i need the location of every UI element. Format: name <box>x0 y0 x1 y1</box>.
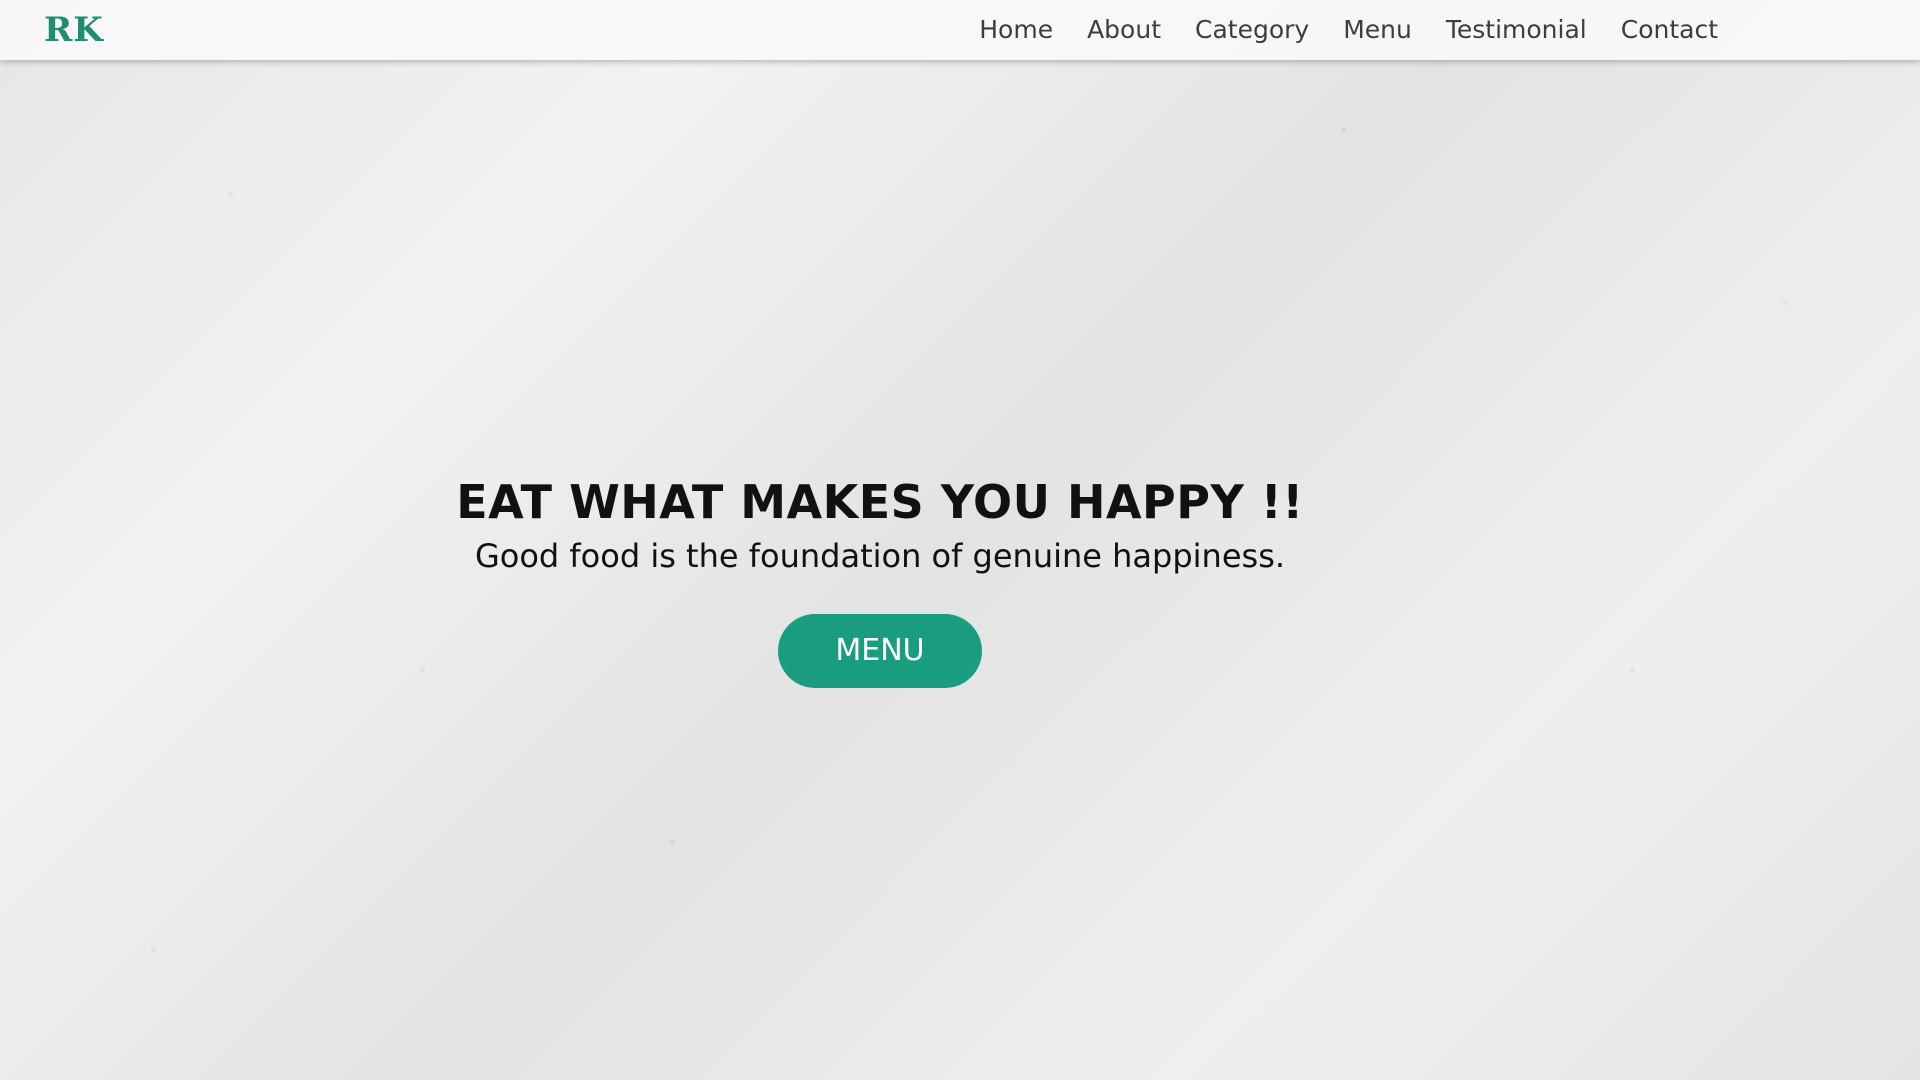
nav-link-category[interactable]: Category <box>1195 0 1309 60</box>
nav-link-home[interactable]: Home <box>979 0 1053 60</box>
nav-link-contact[interactable]: Contact <box>1621 0 1718 60</box>
hero-title: EAT WHAT MAKES YOU HAPPY !! <box>456 475 1304 529</box>
nav-links: Home About Category Menu Testimonial Con… <box>979 0 1718 60</box>
nav-link-menu[interactable]: Menu <box>1343 0 1412 60</box>
menu-button[interactable]: MENU <box>778 614 982 688</box>
hero-subtitle: Good food is the foundation of genuine h… <box>474 537 1286 575</box>
hero-section: EAT WHAT MAKES YOU HAPPY !! Good food is… <box>0 470 1760 688</box>
top-navbar: RK Home About Category Menu Testimonial … <box>0 0 1920 60</box>
nav-link-about[interactable]: About <box>1087 0 1161 60</box>
nav-link-testimonial[interactable]: Testimonial <box>1446 0 1587 60</box>
brand-logo[interactable]: RK <box>44 11 104 49</box>
